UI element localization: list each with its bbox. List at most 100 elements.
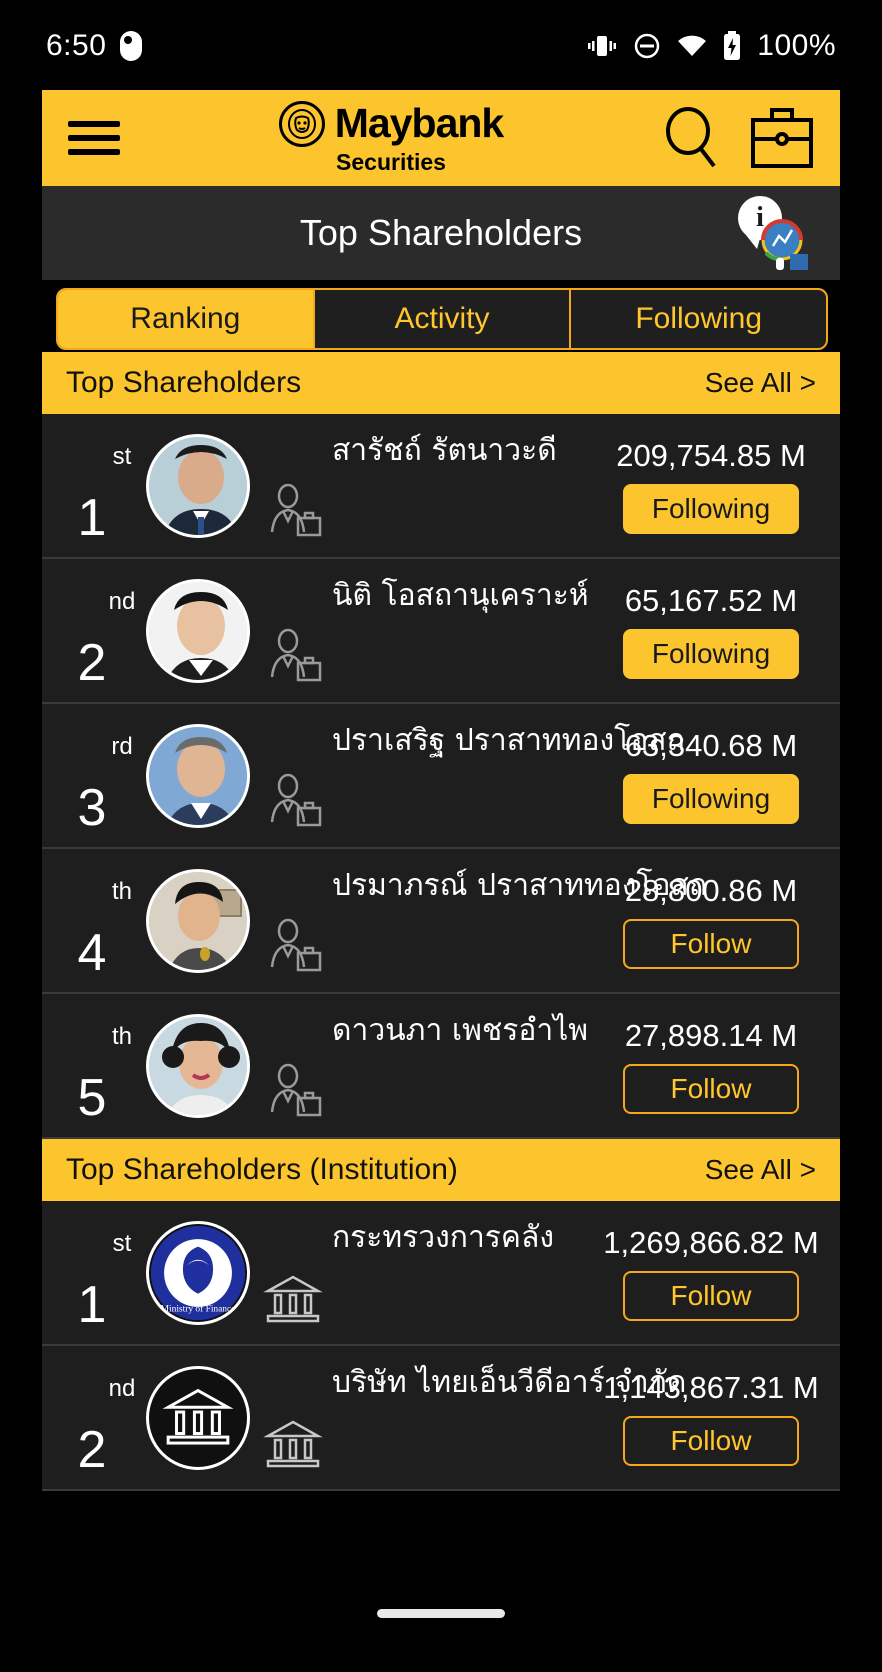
tab-following[interactable]: Following — [569, 290, 826, 348]
briefcase-icon[interactable] — [750, 107, 814, 169]
hamburger-menu-icon[interactable] — [68, 121, 120, 155]
search-icon[interactable] — [662, 106, 722, 170]
section-title: Top Shareholders — [66, 366, 302, 399]
person-badge-icon — [262, 627, 324, 694]
holding-value: 27,898.14 M — [624, 1017, 798, 1053]
institution-badge-icon — [262, 1269, 324, 1336]
table-row[interactable]: th 4 ปรมาภรณ์ ปราสาททองโอสถ 28,800.86 M … — [42, 849, 840, 994]
value-column: 209,754.85 M Following — [582, 413, 840, 558]
rank-badge: nd 2 — [42, 558, 146, 703]
svg-text:Ministry of Finance: Ministry of Finance — [161, 1303, 236, 1314]
avatar — [146, 1013, 250, 1118]
avatar — [146, 578, 250, 683]
holding-value: 63,340.68 M — [624, 727, 798, 763]
maybank-tiger-logo — [278, 100, 325, 147]
home-indicator[interactable] — [377, 1609, 505, 1618]
person-badge-icon — [262, 772, 324, 839]
status-time: 6:50 — [46, 29, 107, 62]
follow-button[interactable]: Follow — [623, 1415, 799, 1466]
bank-building-icon — [162, 1388, 234, 1445]
brand-name: Maybank — [334, 100, 504, 146]
rank-number: 2 — [77, 1421, 107, 1479]
brand-subtitle: Securities — [336, 149, 446, 175]
follow-button[interactable]: Follow — [623, 918, 799, 969]
institution-badge-icon — [262, 1414, 324, 1481]
rank-suffix: th — [111, 878, 133, 905]
shareholder-board[interactable]: Top Shareholders See All > st 1 สารัชถ์ … — [42, 352, 840, 1590]
rank-badge: rd 3 — [42, 703, 146, 848]
section-header-persons: Top Shareholders See All > — [42, 352, 840, 414]
app-header: Maybank Securities — [42, 90, 840, 186]
person-badge-icon — [262, 1062, 324, 1129]
rank-suffix: rd — [111, 733, 133, 760]
table-row[interactable]: st 1 Ministry of Finance กระทรวงการคลัง … — [42, 1201, 840, 1346]
person-badge-icon — [262, 482, 324, 549]
table-row[interactable]: nd 2 — [42, 559, 840, 704]
see-all-link-institutions[interactable]: See All > — [705, 1154, 816, 1186]
tab-bar: Ranking Activity Following — [56, 288, 828, 350]
follow-button[interactable]: Following — [623, 483, 799, 534]
status-bar: 6:50 100% — [0, 0, 882, 92]
header-actions — [662, 106, 814, 170]
follow-button[interactable]: Following — [623, 773, 799, 824]
name-column: สารัชถ์ รัตนาวะดี — [324, 413, 582, 558]
status-bar-right: 100% — [587, 29, 836, 63]
see-all-link-persons[interactable]: See All > — [705, 367, 816, 399]
holding-value: 209,754.85 M — [616, 437, 806, 473]
avatar — [146, 868, 250, 973]
value-column: 63,340.68 M Following — [582, 703, 840, 848]
holding-value: 28,800.86 M — [624, 872, 798, 908]
rank-suffix: nd — [108, 588, 136, 615]
name-column: บริษัท ไทยเอ็นวีดีอาร์ จำกัด — [324, 1345, 686, 1490]
rank-number: 1 — [77, 489, 107, 547]
rank-badge: th 4 — [42, 848, 146, 993]
avatar — [146, 723, 250, 828]
tab-ranking[interactable]: Ranking — [58, 290, 313, 348]
holding-value: 65,167.52 M — [624, 582, 798, 618]
market-analysis-icon[interactable] — [758, 218, 810, 272]
follow-button[interactable]: Following — [623, 628, 799, 679]
tab-activity[interactable]: Activity — [312, 290, 570, 348]
value-column: 1,143,867.31 M Follow — [582, 1345, 840, 1490]
rank-number: 2 — [77, 634, 107, 692]
page-title: Top Shareholders — [299, 212, 583, 253]
shareholder-name: กระทรวงการคลัง — [332, 1220, 554, 1255]
name-column: ปราเสริฐ ปราสาททองโอสถ — [324, 703, 685, 848]
holding-value: 1,269,866.82 M — [603, 1224, 819, 1260]
follow-button[interactable]: Follow — [623, 1063, 799, 1114]
rank-suffix: th — [111, 1023, 133, 1050]
holding-value: 1,143,867.31 M — [603, 1369, 819, 1405]
avatar — [146, 1365, 250, 1470]
shareholder-name: สารัชถ์ รัตนาวะดี — [332, 433, 557, 468]
brand-row: Maybank — [278, 100, 504, 147]
status-bar-left: 6:50 — [46, 29, 143, 63]
rank-badge: st 1 — [42, 413, 146, 558]
section-title: Top Shareholders (Institution) — [66, 1153, 458, 1186]
value-column: 28,800.86 M Follow — [582, 848, 840, 993]
value-column: 1,269,866.82 M Follow — [582, 1200, 840, 1345]
do-not-disturb-icon — [635, 33, 660, 59]
rank-number: 1 — [77, 1276, 107, 1334]
shareholder-name: นิติ โอสถานุเคราะห์ — [332, 578, 589, 613]
rank-number: 5 — [77, 1069, 107, 1127]
table-row[interactable]: rd 3 ปราเสริฐ ปราสาททองโอสถ 63,340.68 M … — [42, 704, 840, 849]
vibrate-icon — [588, 36, 617, 56]
section-header-institutions: Top Shareholders (Institution) See All > — [42, 1139, 840, 1201]
name-column: นิติ โอสถานุเคราะห์ — [324, 558, 589, 703]
value-column: 65,167.52 M Following — [582, 558, 840, 703]
name-column: ดาวนภา เพชรอำไพ — [324, 993, 588, 1138]
name-column: กระทรวงการคลัง — [324, 1200, 582, 1345]
phone-screen: 6:50 100% Maybank Securities Top Shareho… — [0, 0, 882, 1672]
shareholder-name: ดาวนภา เพชรอำไพ — [332, 1013, 589, 1048]
table-row[interactable]: nd 2 — [42, 1346, 840, 1491]
ministry-of-finance-seal: Ministry of Finance — [150, 1225, 246, 1320]
rank-badge: st 1 — [42, 1200, 146, 1345]
follow-button[interactable]: Follow — [623, 1270, 799, 1321]
table-row[interactable]: st 1 สารัชถ์ รัตนาวะดี 209,754.85 M Foll… — [42, 414, 840, 559]
title-bar-icons: i — [726, 196, 810, 274]
wifi-icon — [678, 35, 707, 56]
rank-badge: nd 2 — [42, 1345, 146, 1490]
battery-percent: 100% — [757, 29, 836, 62]
battery-charging-icon — [724, 31, 741, 60]
table-row[interactable]: th 5 ดาวนภา เพชรอำไพ 27,898.14 M Follow — [42, 994, 840, 1139]
